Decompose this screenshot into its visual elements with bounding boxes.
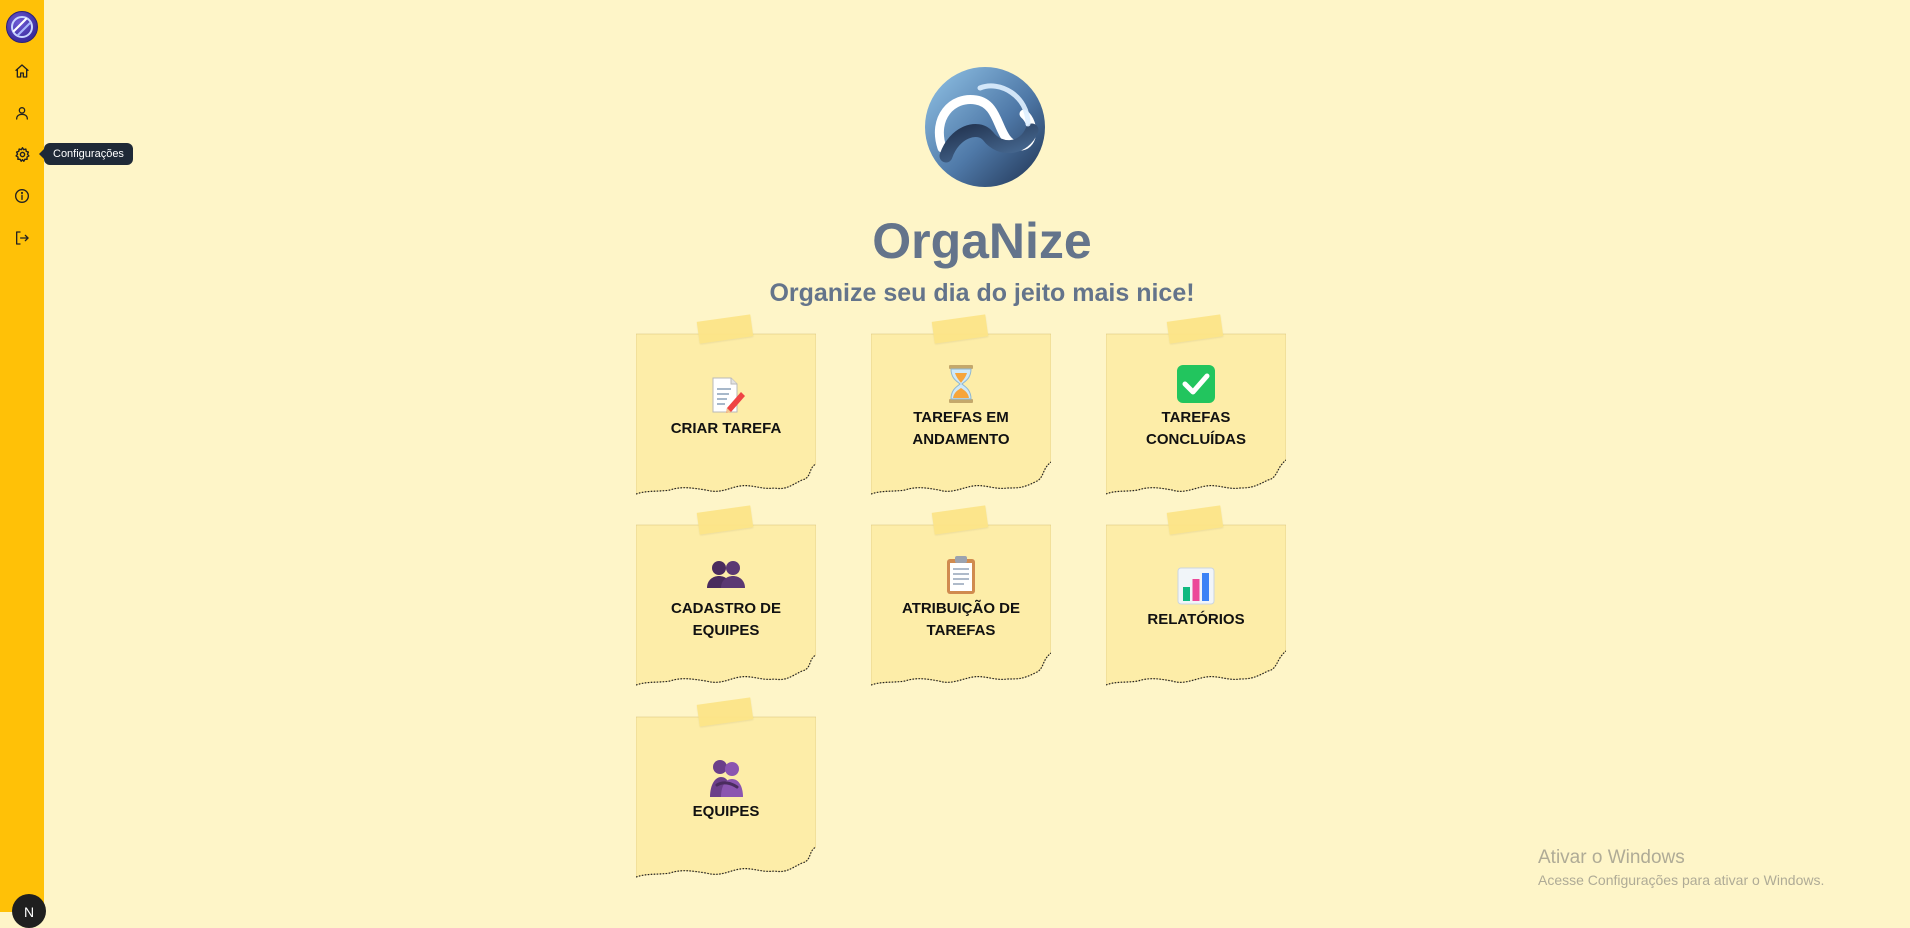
card-equipes[interactable]: EQUIPES (636, 697, 816, 883)
card-label: EQUIPES (692, 803, 760, 820)
card-criar-tarefa[interactable]: CRIAR TAREFA (636, 314, 816, 500)
busts-icon (707, 561, 745, 588)
app-tagline: Organize seu dia do jeito mais nice! (769, 279, 1195, 307)
watermark-title: Ativar o Windows (1538, 847, 1685, 868)
bar-chart-icon (1177, 567, 1215, 605)
card-atribuicao-de-tarefas[interactable]: ATRIBUIÇÃO DE TAREFAS (871, 505, 1051, 691)
check-mark-icon (1177, 365, 1215, 403)
memo-pencil-icon (712, 377, 745, 413)
sidebar-item-profile[interactable] (10, 101, 34, 125)
sidebar: N (0, 0, 46, 928)
home-icon (15, 64, 29, 78)
card-tarefas-concluidas[interactable]: TAREFAS CONCLUÍDAS (1106, 314, 1286, 500)
settings-tooltip: Configurações (39, 143, 133, 165)
app-logo-icon[interactable] (6, 11, 38, 43)
card-label: CADASTRO DE EQUIPES (670, 600, 781, 639)
card-relatorios[interactable]: RELATÓRIOS (1106, 505, 1286, 691)
avatar[interactable]: N (12, 894, 46, 928)
info-icon (15, 189, 29, 203)
hourglass-icon (949, 365, 973, 403)
windows-activation-watermark: Ativar o Windows Acesse Configurações pa… (1538, 846, 1824, 890)
card-label: TAREFAS EM ANDAMENTO (912, 409, 1010, 448)
app-title: OrgaNize (872, 213, 1092, 269)
card-label: TAREFAS CONCLUÍDAS (1146, 409, 1246, 448)
clipboard-icon (947, 556, 975, 594)
watermark-subtitle: Acesse Configurações para ativar o Windo… (1538, 872, 1825, 888)
gear-icon (14, 146, 30, 162)
user-icon (16, 107, 28, 120)
card-label: CRIAR TAREFA (670, 420, 782, 437)
card-label: RELATÓRIOS (1147, 611, 1245, 628)
card-label: ATRIBUIÇÃO DE TAREFAS (901, 600, 1021, 639)
sidebar-item-about[interactable] (10, 184, 34, 208)
organize-logo-icon (925, 67, 1045, 187)
sidebar-item-home[interactable] (10, 59, 34, 83)
people-hugging-icon (710, 760, 743, 797)
card-tarefas-em-andamento[interactable]: TAREFAS EM ANDAMENTO (871, 314, 1051, 500)
sidebar-item-settings[interactable] (10, 142, 34, 166)
card-cadastro-de-equipes[interactable]: CADASTRO DE EQUIPES (636, 505, 816, 691)
